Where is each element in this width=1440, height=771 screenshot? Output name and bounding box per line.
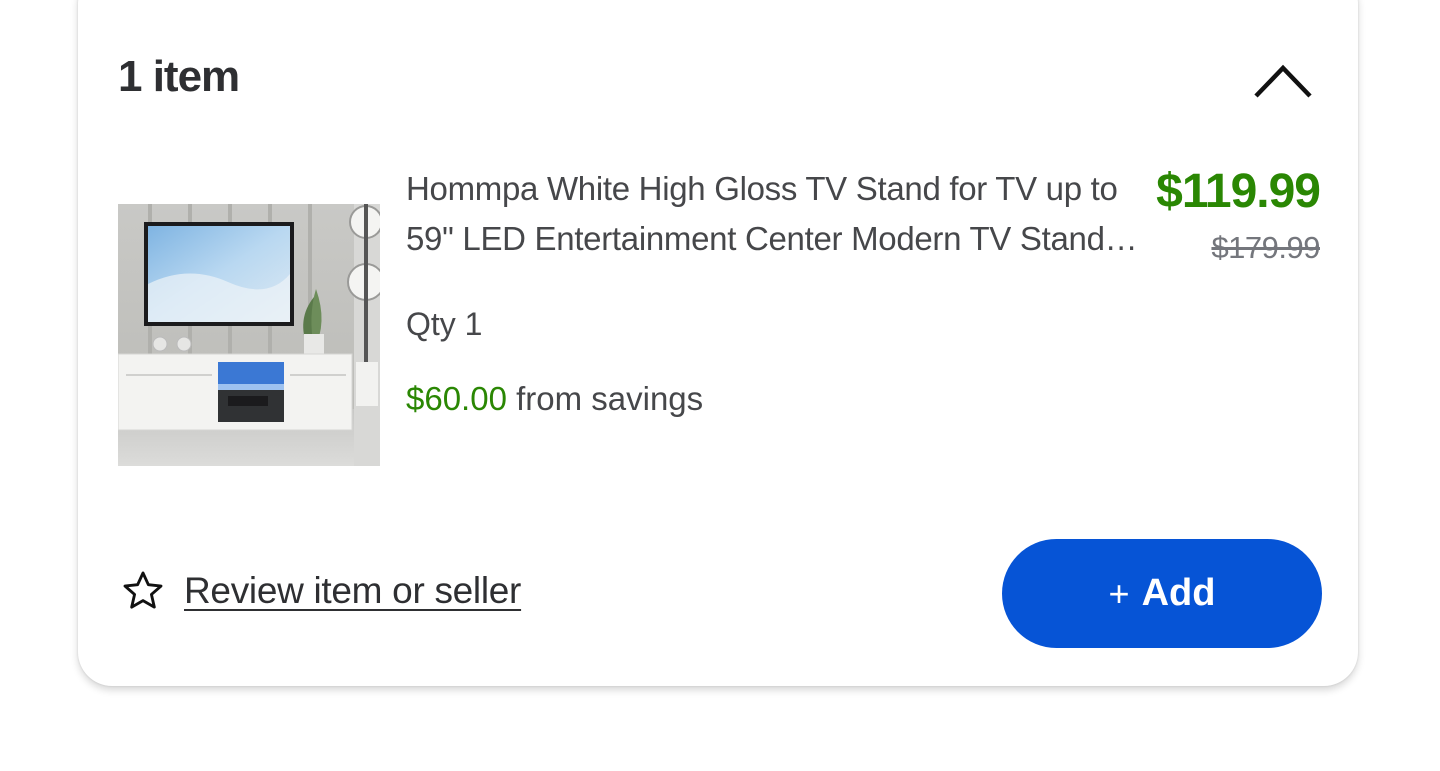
- review-item-link[interactable]: Review item or seller: [120, 568, 521, 614]
- chevron-up-icon: [1254, 64, 1312, 98]
- current-price: $119.99: [1156, 165, 1321, 218]
- item-count-heading: 1 item: [118, 52, 240, 101]
- plus-icon: +: [1108, 572, 1130, 614]
- quantity-label: Qty 1: [406, 306, 483, 342]
- savings-text: $60.00 from savings: [406, 380, 703, 418]
- collapse-button[interactable]: [1250, 54, 1316, 104]
- savings-amount: $60.00: [406, 380, 507, 417]
- star-outline-icon: [123, 571, 163, 609]
- tv-stand-image: [118, 204, 380, 466]
- product-thumbnail[interactable]: [118, 204, 380, 466]
- original-price: $179.99: [1211, 230, 1320, 265]
- savings-suffix: from savings: [506, 380, 704, 417]
- add-button-label: Add: [1141, 572, 1216, 614]
- add-to-cart-button[interactable]: + Add: [1002, 539, 1322, 648]
- product-title[interactable]: Hommpa White High Gloss TV Stand for TV …: [406, 164, 1146, 264]
- review-item-label: Review item or seller: [184, 570, 522, 611]
